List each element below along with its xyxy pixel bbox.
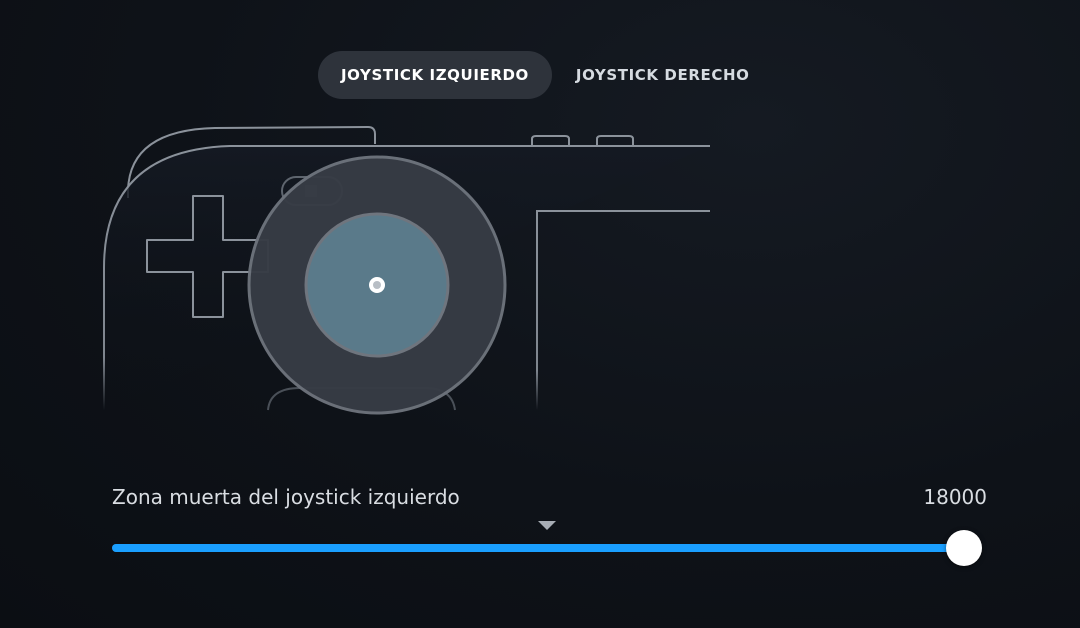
joystick-position-dot-core [373,281,381,289]
deadzone-label: Zona muerta del joystick izquierdo [112,485,460,509]
top-button-outline [531,135,570,146]
top-button-outline [596,135,634,146]
deadzone-slider-thumb[interactable] [946,530,982,566]
deadzone-value: 18000 [923,485,987,509]
screen-frame-outline [536,210,710,410]
controller-illustration [103,125,710,415]
deadzone-slider-fill [112,544,964,552]
default-marker-icon [538,521,556,530]
deadzone-slider-track[interactable] [112,544,982,552]
